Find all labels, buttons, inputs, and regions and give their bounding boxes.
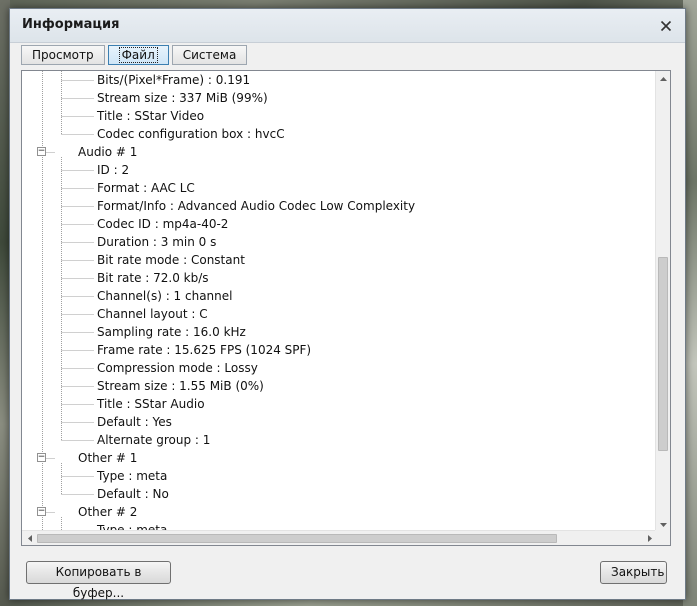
copy-to-clipboard-button[interactable]: Копировать в буфер... (26, 561, 171, 600)
tree-item[interactable]: Type : meta (97, 467, 167, 485)
close-window-button[interactable] (657, 17, 675, 35)
tab-view[interactable]: Просмотр (21, 45, 105, 65)
minus-box-icon[interactable]: − (37, 453, 46, 462)
close-button[interactable]: Закрыть (600, 561, 667, 584)
tree-item[interactable]: Channel layout : C (97, 305, 208, 323)
tree-item[interactable]: Bit rate mode : Constant (97, 251, 245, 269)
tree-item[interactable]: ID : 2 (97, 161, 129, 179)
tree-item[interactable]: Format/Info : Advanced Audio Codec Low C… (97, 197, 415, 215)
window-title: Информация (22, 17, 120, 32)
tree-item[interactable]: Title : SStar Audio (97, 395, 205, 413)
tree-item[interactable]: Duration : 3 min 0 s (97, 233, 216, 251)
tab-view-label: Просмотр (32, 48, 94, 62)
minus-box-icon[interactable]: − (37, 147, 46, 156)
title-bar: Информация (10, 9, 685, 43)
tree-item[interactable]: Sampling rate : 16.0 kHz (97, 323, 246, 341)
tree-item[interactable]: Frame rate : 15.625 FPS (1024 SPF) (97, 341, 311, 359)
tree-node[interactable]: Audio # 1 (78, 143, 137, 161)
info-tree[interactable]: Bits/(Pixel*Frame) : 0.191 Stream size : … (22, 71, 657, 532)
horizontal-scrollbar[interactable] (22, 530, 657, 545)
tree-item[interactable]: Title : SStar Video (97, 107, 204, 125)
arrow-right-icon (647, 535, 652, 542)
arrow-up-icon (660, 76, 667, 81)
tree-item[interactable]: Channel(s) : 1 channel (97, 287, 233, 305)
tab-strip: Просмотр Файл Система (21, 45, 250, 67)
tab-system-label: Система (182, 48, 237, 62)
scrollbar-corner (655, 530, 670, 545)
tree-item[interactable]: Format : AAC LC (97, 179, 195, 197)
tab-system[interactable]: Система (171, 45, 248, 65)
arrow-left-icon (27, 535, 32, 542)
tab-file[interactable]: Файл (107, 45, 169, 65)
tree-node[interactable]: Other # 2 (78, 503, 137, 521)
scroll-up-button[interactable] (656, 71, 670, 86)
tree-item[interactable]: Default : Yes (97, 413, 172, 431)
tree-item[interactable]: Stream size : 1.55 MiB (0%) (97, 377, 264, 395)
scroll-left-button[interactable] (22, 531, 37, 545)
tree-node[interactable]: Other # 1 (78, 449, 137, 467)
tree-item[interactable]: Bit rate : 72.0 kb/s (97, 269, 209, 287)
tree-item[interactable]: Codec configuration box : hvcC (97, 125, 285, 143)
minus-box-icon[interactable]: − (37, 507, 46, 516)
vertical-scrollbar[interactable] (655, 71, 670, 532)
tree-item[interactable]: Compression mode : Lossy (97, 359, 258, 377)
tree-item[interactable]: Stream size : 337 MiB (99%) (97, 89, 268, 107)
close-icon (660, 20, 672, 32)
tree-item[interactable]: Default : No (97, 485, 169, 503)
tree-item[interactable]: Bits/(Pixel*Frame) : 0.191 (97, 71, 250, 89)
tree-item[interactable]: Codec ID : mp4a-40-2 (97, 215, 228, 233)
info-tree-frame: Bits/(Pixel*Frame) : 0.191 Stream size : … (21, 70, 671, 546)
tab-file-label: Файл (118, 47, 158, 63)
horizontal-scroll-thumb[interactable] (37, 534, 557, 543)
info-dialog: Информация Просмотр Файл Система Bits/(P… (9, 8, 686, 600)
vertical-scroll-thumb[interactable] (658, 257, 668, 451)
tree-item[interactable]: Alternate group : 1 (97, 431, 210, 449)
arrow-down-icon (660, 522, 667, 527)
